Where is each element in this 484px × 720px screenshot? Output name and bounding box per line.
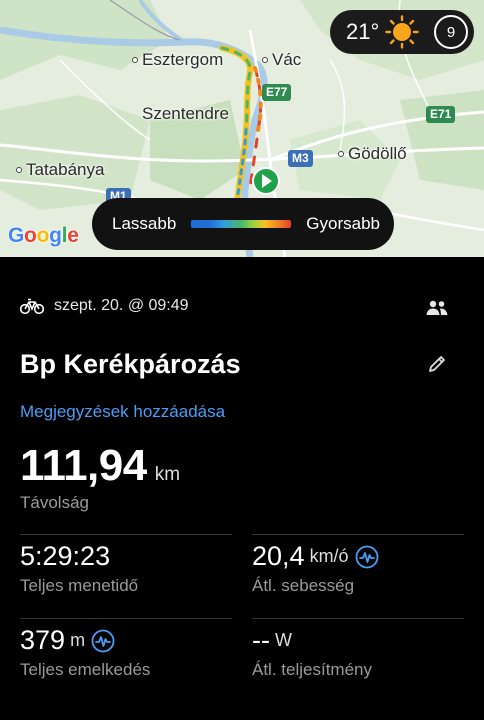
add-notes-link[interactable]: Megjegyzések hozzáadása: [20, 402, 225, 422]
sun-icon: [385, 15, 419, 49]
google-logo: Google: [8, 224, 79, 247]
bicycle-icon: [20, 298, 44, 315]
stat-elevation[interactable]: 379 m Teljes emelkedés: [20, 625, 150, 680]
road-shield-e71: E71: [426, 106, 456, 123]
speed-legend: Lassabb Gyorsabb: [92, 198, 394, 250]
stat-avg-speed[interactable]: 20,4 km/ó Átl. sebesség: [252, 541, 379, 596]
map-label-godollo: Gödöllő: [338, 144, 407, 164]
map-label-vac: Vác: [262, 50, 301, 70]
waveform-icon[interactable]: [91, 629, 115, 653]
map-label-tatabanya: Tatabánya: [16, 160, 104, 180]
air-quality-index: 9: [434, 15, 468, 49]
divider: [252, 618, 464, 619]
pencil-icon[interactable]: [427, 354, 447, 374]
temperature: 21°: [346, 19, 380, 44]
activity-date-row: szept. 20. @ 09:49: [20, 297, 189, 315]
divider: [252, 534, 464, 535]
distance-label: Távolság: [20, 493, 89, 512]
activity-date: szept. 20. @ 09:49: [54, 297, 189, 314]
legend-fast-label: Gyorsabb: [306, 214, 380, 233]
activity-title: Bp Kerékpározás: [20, 349, 241, 379]
legend-slow-label: Lassabb: [112, 214, 177, 233]
map-label-szentendre: Szentendre: [142, 104, 229, 123]
play-icon: [252, 167, 280, 195]
map-label-esztergom: Esztergom: [132, 50, 223, 70]
distance-value: 111,94 km: [20, 441, 181, 490]
route-map[interactable]: Esztergom Vác Szentendre Gödöllő Tatabán…: [0, 0, 484, 257]
stat-total-time: 5:29:23 Teljes menetidő: [20, 541, 139, 595]
road-shield-e77: E77: [262, 84, 292, 101]
divider: [20, 534, 232, 535]
speed-gradient-bar: [191, 220, 292, 228]
divider: [20, 618, 232, 619]
waveform-icon[interactable]: [355, 545, 379, 569]
road-shield-m3: M3: [288, 150, 313, 167]
stat-avg-power: -- W Átl. teljesítmény: [252, 625, 372, 679]
weather-pill[interactable]: 21° 9: [330, 10, 474, 54]
people-icon[interactable]: [426, 300, 448, 316]
activity-details: szept. 20. @ 09:49 Bp Kerékpározás Megje…: [0, 257, 484, 720]
